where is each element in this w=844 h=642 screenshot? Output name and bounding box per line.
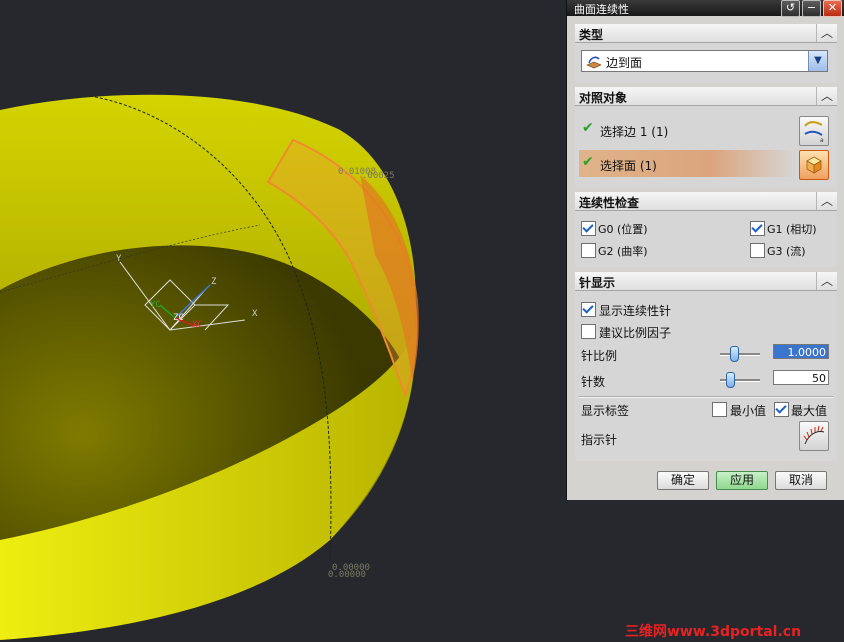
min-value-checkbox[interactable] [712,402,727,417]
target-section-title: 对照对象 [579,91,628,105]
axis-z-label: Z [211,277,217,287]
g3-label: G3 (流) [767,245,806,258]
needle-scale-input[interactable]: 1.0000 [773,344,829,359]
dialog-title: 曲面连续性 [574,3,629,16]
cancel-button[interactable]: 取消 [775,471,827,490]
target-section-header[interactable]: 对照对象 ︿ [575,87,837,106]
needle-count-input[interactable]: 50 [773,370,829,385]
type-section-title: 类型 [579,28,604,42]
watermark-text: 三维网www.3dportal.cn [625,624,802,640]
type-selected-value: 边到面 [606,56,643,70]
g1-checkbox[interactable] [750,221,765,236]
needle-scale-label: 针比例 [581,349,618,363]
show-needles-checkbox[interactable] [581,302,596,317]
dialog-titlebar[interactable]: 曲面连续性 ↺ − ✕ [567,0,844,17]
close-button[interactable]: ✕ [823,0,842,17]
svg-text:a: a [820,137,824,144]
select-face-row[interactable]: ✔ 选择面 (1) [579,150,797,177]
apply-button[interactable]: 应用 [716,471,768,490]
g1-label: G1 (相切) [767,223,817,236]
axis-xc-label: XC [192,320,203,330]
axis-y-label: Y [116,254,122,264]
cube-face-icon [806,156,822,174]
g0-checkbox[interactable] [581,221,596,236]
needle-section-title: 针显示 [579,276,616,290]
needle-scale-slider-thumb[interactable] [730,346,739,362]
select-edge-label: 选择边 1 (1) [600,125,669,139]
axis-x-label: X [252,309,258,319]
minimize-button[interactable]: − [802,0,821,17]
axis-yc-label: YC [150,300,161,310]
chevron-down-icon[interactable]: ▼ [808,51,827,71]
divider [579,396,833,398]
type-section-header[interactable]: 类型 ︿ [575,24,837,43]
g2-checkbox[interactable] [581,243,596,258]
type-section-body: 边到面 ▼ [575,43,837,83]
deviation-label-top-2: .00025 [362,171,395,181]
min-value-label: 最小值 [730,404,767,418]
collapse-icon[interactable]: ︿ [816,272,837,290]
select-face-label: 选择面 (1) [600,159,657,173]
ok-button[interactable]: 确定 [657,471,709,490]
show-labels-label: 显示标签 [581,404,630,418]
suggest-scale-label: 建议比例因子 [599,326,672,340]
target-section-body: ✔ 选择边 1 (1) a ✔ 选择面 (1) [575,106,837,188]
max-value-label: 最大值 [791,404,828,418]
edge-to-face-icon [586,56,602,69]
surface-model [0,94,419,641]
reset-button[interactable]: ↺ [781,0,800,17]
indicator-label: 指示针 [581,433,618,447]
select-edge-row[interactable]: ✔ 选择边 1 (1) [579,116,797,143]
continuity-section-header[interactable]: 连续性检查 ︿ [575,192,837,211]
show-needles-label: 显示连续性针 [599,304,672,318]
curve-select-icon: a [804,121,824,144]
indicator-button[interactable] [799,421,829,451]
g0-label: G0 (位置) [598,223,648,236]
collapse-icon[interactable]: ︿ [816,24,837,42]
collapse-icon[interactable]: ︿ [816,192,837,210]
check-icon: ✔ [582,154,594,170]
needle-count-label: 针数 [581,375,606,389]
suggest-scale-checkbox[interactable] [581,324,596,339]
needle-scale-slider[interactable] [720,353,760,356]
collapse-icon[interactable]: ︿ [816,87,837,105]
needle-count-slider-thumb[interactable] [726,372,735,388]
needle-fan-icon [803,425,825,445]
g2-label: G2 (曲率) [598,245,648,258]
continuity-section-body: G0 (位置) G1 (相切) G2 (曲率) G3 (流) [575,211,837,267]
select-face-button[interactable] [799,150,829,180]
check-icon: ✔ [582,120,594,136]
type-dropdown[interactable]: 边到面 ▼ [581,50,828,72]
needle-section-body: 显示连续性针 建议比例因子 针比例 1.0000 针数 50 显示标签 最小值 … [575,291,837,461]
g3-checkbox[interactable] [750,243,765,258]
surface-continuity-dialog: 曲面连续性 ↺ − ✕ 类型 ︿ 边到面 ▼ 对照对象 ︿ ✔ 选择边 1 (1… [566,0,844,500]
graphics-viewport[interactable]: 0.01008 .00025 0.00000 0.00000 Y X Z ZC … [0,0,566,642]
axis-zc-label: ZC [173,313,184,323]
max-value-checkbox[interactable] [774,402,789,417]
select-edge-button[interactable]: a [799,116,829,146]
needle-section-header[interactable]: 针显示 ︿ [575,272,837,291]
continuity-section-title: 连续性检查 [579,196,640,210]
deviation-label-bottom-2: 0.00000 [328,570,366,580]
